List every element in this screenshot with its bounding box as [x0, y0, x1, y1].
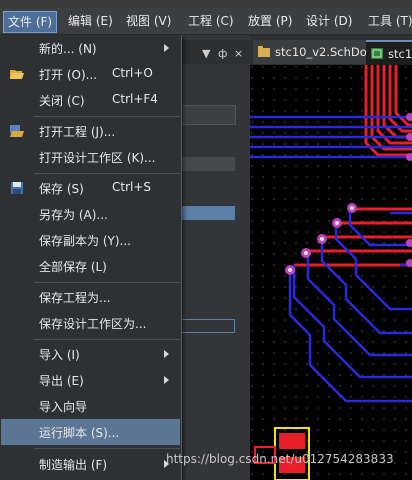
file-menu-dropdown: 新的... (N) 打开 (O)... Ctrl+O 关闭 (C) Ctrl+F… — [0, 35, 182, 480]
menu-item-run-script-label: 运行脚本 (S)... — [39, 426, 120, 440]
open-project-icon — [10, 125, 24, 137]
menu-item-open-shortcut: Ctrl+O — [112, 66, 153, 80]
document-tabs: stc10_v2.SchDoc stc10 — [250, 35, 412, 66]
menu-item-open-project[interactable]: 打开工程 (J)... — [1, 118, 180, 144]
panel-pin-button[interactable]: ф — [218, 47, 227, 60]
tab-pcbdoc-label: stc10 — [388, 47, 412, 61]
menu-separator — [34, 448, 180, 449]
pcb-canvas[interactable] — [250, 65, 412, 480]
menu-item-import-wizard-label: 导入向导 — [39, 400, 88, 414]
tab-pcbdoc[interactable]: stc10 — [366, 40, 412, 66]
menu-file[interactable]: 文件 (F) — [3, 11, 58, 33]
tab-schdoc-label: stc10_v2.SchDoc — [275, 45, 374, 59]
menu-project[interactable]: 工程 (C) — [184, 11, 238, 31]
menu-item-fabrication-outputs-label: 制造输出 (F) — [39, 458, 108, 472]
menu-tools[interactable]: 工具 (T) — [364, 11, 412, 31]
menu-item-save-project-as[interactable]: 保存工程为... — [1, 284, 180, 310]
panel-row-outlined[interactable] — [180, 319, 235, 333]
menu-separator — [34, 116, 180, 117]
menu-item-close-shortcut: Ctrl+F4 — [112, 92, 158, 106]
title-bar-strip — [0, 0, 412, 8]
pcb-doc-icon — [371, 48, 383, 59]
menu-item-save-workspace-as-label: 保存设计工作区为... — [39, 317, 147, 331]
panel-close-button[interactable]: × — [234, 47, 243, 60]
menu-item-open-workspace[interactable]: 打开设计工作区 (K)... — [1, 144, 180, 170]
menu-item-import-wizard[interactable]: 导入向导 — [1, 393, 180, 419]
menu-item-save-as-label: 另存为 (A)... — [39, 208, 108, 222]
panel-row-selected[interactable] — [180, 206, 235, 220]
menu-item-open-project-label: 打开工程 (J)... — [39, 125, 116, 139]
menu-item-run-script[interactable]: 运行脚本 (S)... — [1, 419, 180, 445]
submenu-arrow-icon — [164, 44, 169, 52]
menu-item-open[interactable]: 打开 (O)... Ctrl+O — [1, 61, 180, 87]
pcb-drawing — [250, 65, 412, 480]
panel-row[interactable] — [180, 157, 235, 171]
menu-item-save-project-as-label: 保存工程为... — [39, 291, 111, 305]
menu-item-save-as[interactable]: 另存为 (A)... — [1, 201, 180, 227]
menu-item-export[interactable]: 导出 (E) — [1, 367, 180, 393]
menu-item-export-label: 导出 (E) — [39, 374, 84, 388]
menu-view[interactable]: 视图 (V) — [122, 11, 175, 31]
submenu-arrow-icon — [164, 350, 169, 358]
menu-design[interactable]: 设计 (D) — [302, 11, 356, 31]
menu-item-save-workspace-as[interactable]: 保存设计工作区为... — [1, 310, 180, 336]
panel-header: ▼ ф × — [180, 40, 250, 64]
menu-item-save-label: 保存 (S) — [39, 182, 84, 196]
menu-item-save[interactable]: 保存 (S) Ctrl+S — [1, 175, 180, 201]
menu-item-import[interactable]: 导入 (I) — [1, 341, 180, 367]
menu-bar: 文件 (F) 编辑 (E) 视图 (V) 工程 (C) 放置 (P) 设计 (D… — [0, 8, 412, 35]
menu-separator — [34, 282, 180, 283]
panel-dropdown-button[interactable]: ▼ — [202, 47, 210, 60]
menu-item-save-all[interactable]: 全部保存 (L) — [1, 253, 180, 279]
menu-item-open-workspace-label: 打开设计工作区 (K)... — [39, 151, 156, 165]
menu-edit[interactable]: 编辑 (E) — [64, 11, 117, 31]
menu-item-fabrication-outputs[interactable]: 制造输出 (F) — [1, 451, 180, 477]
menu-item-close[interactable]: 关闭 (C) Ctrl+F4 — [1, 87, 180, 113]
menu-item-close-label: 关闭 (C) — [39, 94, 85, 108]
save-icon — [11, 182, 23, 194]
menu-item-import-label: 导入 (I) — [39, 348, 80, 362]
menu-item-save-all-label: 全部保存 (L) — [39, 260, 107, 274]
submenu-arrow-icon — [164, 376, 169, 384]
tab-schdoc[interactable]: stc10_v2.SchDoc — [253, 40, 378, 64]
folder-open-icon — [10, 70, 24, 79]
menu-item-new-label: 新的... (N) — [39, 42, 97, 56]
panel-search-field[interactable] — [180, 105, 236, 125]
menu-item-open-label: 打开 (O)... — [39, 68, 98, 82]
schematic-doc-icon — [258, 46, 270, 57]
menu-item-new[interactable]: 新的... (N) — [1, 35, 180, 61]
menu-item-save-copy-as-label: 保存副本为 (Y)... — [39, 234, 131, 248]
menu-item-save-shortcut: Ctrl+S — [112, 180, 152, 194]
watermark-text: https://blog.csdn.net/u012754283833 — [166, 452, 394, 466]
menu-place[interactable]: 放置 (P) — [244, 11, 296, 31]
projects-panel: ▼ ф × — [180, 35, 250, 480]
menu-separator — [34, 173, 180, 174]
menu-separator — [34, 339, 180, 340]
menu-item-save-copy-as[interactable]: 保存副本为 (Y)... — [1, 227, 180, 253]
